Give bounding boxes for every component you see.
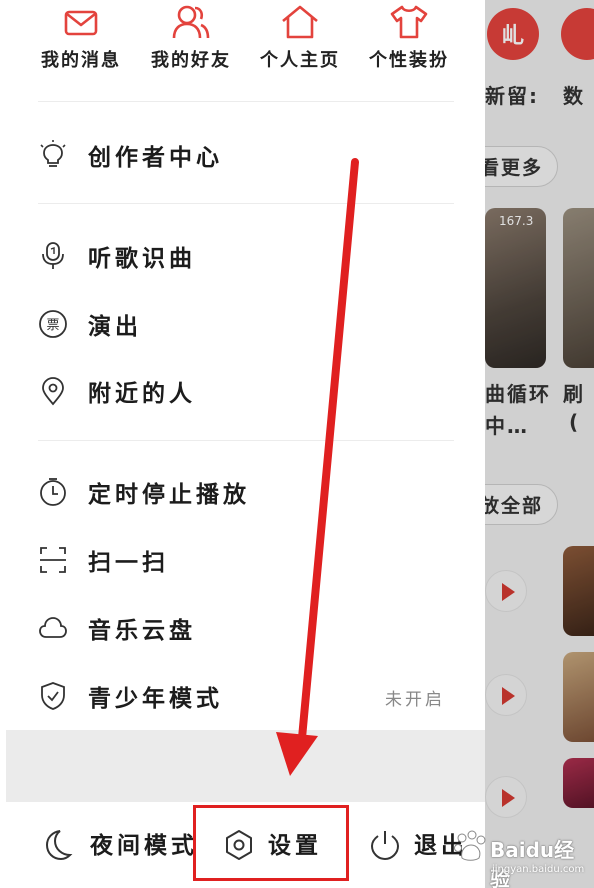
menu-item-creator-center[interactable]: 创作者中心 <box>6 126 485 182</box>
menu-item-sleep-timer[interactable]: 定时停止播放 <box>6 463 485 519</box>
teen-mode-status: 未开启 <box>385 690 445 710</box>
ticket-icon: 票 <box>39 310 67 338</box>
drawer-spacer <box>6 730 485 802</box>
night-mode-button[interactable]: 夜间模式 <box>32 802 194 888</box>
divider <box>38 101 454 102</box>
watermark-text: Baidu经验 <box>490 838 575 888</box>
menu-item-label: 演出 <box>88 314 142 340</box>
annotation-highlight-box <box>193 805 349 881</box>
menu-item-label: 扫一扫 <box>88 550 169 576</box>
menu-item-song-recognition[interactable]: 听歌识曲 <box>6 227 485 283</box>
mail-icon <box>64 10 98 36</box>
menu-item-nearby[interactable]: 附近的人 <box>6 362 485 418</box>
tshirt-icon <box>390 5 428 39</box>
timer-icon <box>40 478 66 506</box>
menu-item-scan[interactable]: 扫一扫 <box>6 531 485 587</box>
quick-action-label: 我的消息 <box>41 50 121 71</box>
microphone-icon <box>42 242 64 269</box>
menu-item-performance[interactable]: 票 演出 <box>6 295 485 351</box>
power-icon <box>370 831 400 861</box>
moon-icon <box>45 830 73 861</box>
menu-item-label: 青少年模式 <box>88 686 223 712</box>
side-drawer: 我的消息 我的好友 个人主页 个性装扮 创作者中心 听歌识曲 票 演出 附近的人… <box>6 0 485 888</box>
quick-action-messages[interactable]: 我的消息 <box>26 0 136 72</box>
quick-actions: 我的消息 我的好友 个人主页 个性装扮 <box>6 0 485 100</box>
location-pin-icon <box>42 377 64 406</box>
menu-item-label: 听歌识曲 <box>88 246 196 272</box>
divider <box>38 440 454 441</box>
menu-item-label: 创作者中心 <box>88 145 223 171</box>
svg-text:票: 票 <box>46 318 59 333</box>
friends-icon <box>172 5 210 39</box>
night-mode-label: 夜间模式 <box>90 833 198 859</box>
background-app: 乢 新留: 数 看更多 167.3 曲循环 中… 刷 ( 放全部 <box>485 0 594 888</box>
divider <box>38 203 454 204</box>
menu-item-teen-mode[interactable]: 青少年模式 未开启 <box>6 667 485 723</box>
lightbulb-icon <box>40 140 66 167</box>
baidu-watermark: Baidu经验 jingyan.baidu.com <box>452 826 592 888</box>
paw-icon <box>454 830 486 861</box>
menu-item-cloud-disk[interactable]: 音乐云盘 <box>6 599 485 655</box>
quick-action-label: 我的好友 <box>151 50 231 71</box>
menu-item-label: 附近的人 <box>88 381 196 407</box>
dim-overlay[interactable] <box>485 0 594 888</box>
quick-action-friends[interactable]: 我的好友 <box>136 0 246 72</box>
quick-action-profile[interactable]: 个人主页 <box>245 0 355 72</box>
menu-item-label: 音乐云盘 <box>88 618 196 644</box>
scan-icon <box>40 547 66 573</box>
shield-icon <box>41 682 65 710</box>
quick-action-dressup[interactable]: 个性装扮 <box>354 0 464 72</box>
cloud-icon <box>39 617 67 638</box>
quick-action-label: 个性装扮 <box>369 50 449 71</box>
menu-item-label: 定时停止播放 <box>88 482 250 508</box>
watermark-url: jingyan.baidu.com <box>492 864 585 875</box>
home-icon <box>282 5 318 39</box>
quick-action-label: 个人主页 <box>260 50 340 71</box>
